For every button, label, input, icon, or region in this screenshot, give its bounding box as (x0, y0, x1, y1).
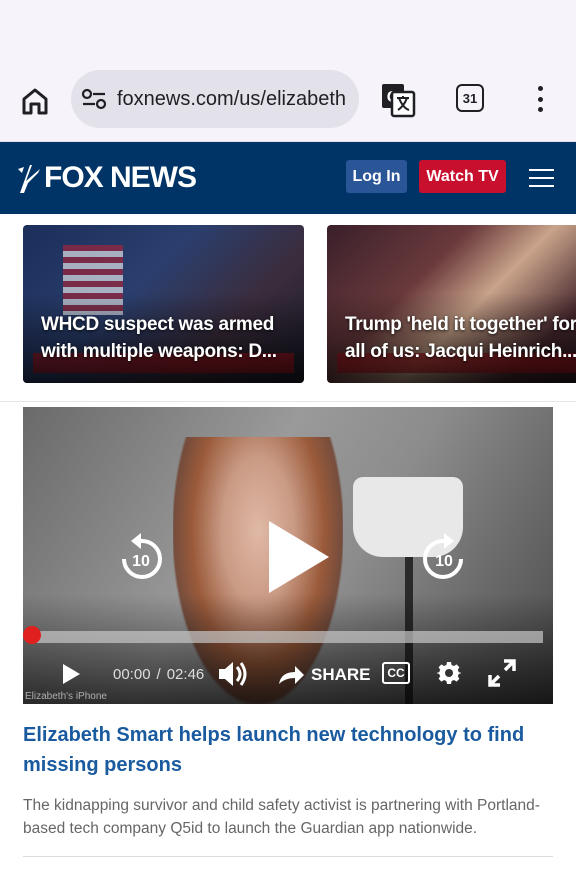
story-headline[interactable]: WHCD suspect was armed with multiple wea… (41, 311, 298, 365)
login-button[interactable]: Log In (346, 160, 407, 193)
article-description: The kidnapping survivor and child safety… (23, 797, 540, 837)
settings-gear-icon[interactable] (437, 661, 461, 685)
current-time: 00:00 (113, 666, 151, 683)
more-options-icon[interactable] (530, 82, 550, 116)
play-icon[interactable] (263, 517, 333, 597)
site-header: FOX NEWS Log In Watch TV (0, 142, 576, 214)
time-display: 00:00/02:46 (113, 666, 205, 683)
hamburger-menu-icon[interactable] (529, 169, 554, 187)
progress-scrubber[interactable] (23, 626, 41, 644)
rewind-10-icon[interactable]: 10 (118, 531, 164, 581)
site-settings-icon[interactable] (81, 86, 107, 112)
video-controls: 00:00/02:46 SHARE CC (23, 657, 553, 693)
article-summary: Elizabeth Smart helps launch new technol… (23, 720, 553, 840)
closed-captions-button[interactable]: CC (382, 662, 410, 684)
divider (23, 856, 553, 857)
story-card[interactable]: Trump 'held it together' for all of us: … (327, 225, 576, 383)
status-bar-area (0, 0, 576, 60)
top-stories-carousel: WHCD suspect was armed with multiple wea… (0, 214, 576, 402)
svg-text:10: 10 (132, 553, 150, 570)
tab-switcher-button[interactable]: 31 (456, 84, 484, 112)
home-icon[interactable] (18, 84, 52, 118)
play-small-icon[interactable] (61, 663, 81, 685)
video-player[interactable]: 10 10 00:00/02:46 SHARE CC Elizabeth's i… (23, 407, 553, 704)
article-title[interactable]: Elizabeth Smart helps launch new technol… (23, 720, 553, 780)
duration: 02:46 (166, 666, 205, 683)
svg-text:10: 10 (435, 553, 453, 570)
watch-tv-button[interactable]: Watch TV (419, 160, 506, 193)
fox-news-logo[interactable]: FOX NEWS (16, 160, 197, 196)
translate-icon[interactable]: G (380, 82, 416, 118)
video-watermark: Elizabeth's iPhone (25, 691, 107, 702)
forward-10-icon[interactable]: 10 (421, 531, 467, 581)
volume-icon[interactable] (217, 659, 251, 689)
video-progress-bar[interactable] (30, 631, 543, 643)
address-bar[interactable]: foxnews.com/us/elizabeth (71, 70, 359, 128)
browser-toolbar: foxnews.com/us/elizabeth G 31 (0, 60, 576, 142)
share-button[interactable]: SHARE (277, 661, 371, 689)
fullscreen-icon[interactable] (488, 659, 516, 687)
share-arrow-icon (279, 666, 304, 684)
story-card[interactable]: WHCD suspect was armed with multiple wea… (23, 225, 304, 383)
story-headline[interactable]: Trump 'held it together' for all of us: … (345, 311, 576, 365)
logo-text: FOX NEWS (44, 161, 197, 194)
url-text[interactable]: foxnews.com/us/elizabeth (117, 88, 346, 111)
